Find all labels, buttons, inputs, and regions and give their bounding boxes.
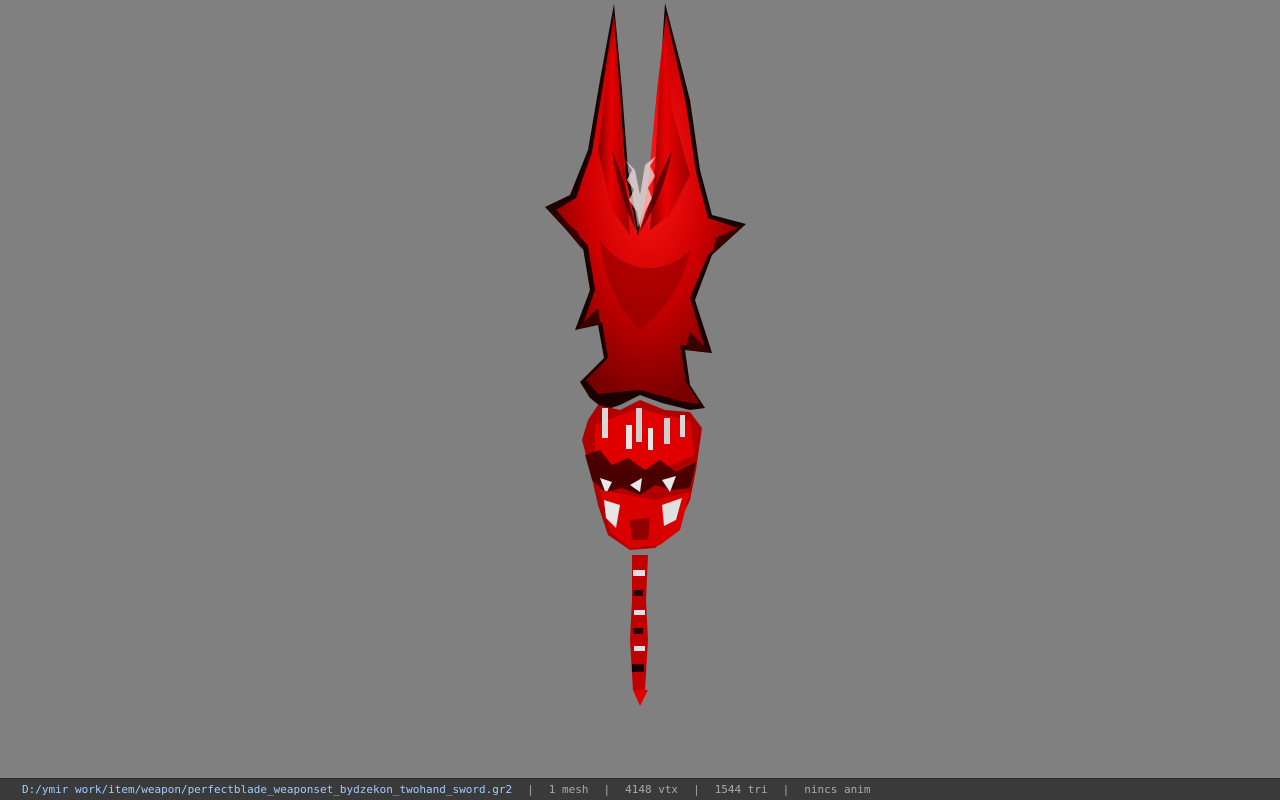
model-render	[545, 3, 746, 706]
sword-handle	[630, 555, 648, 706]
sword-blade	[545, 3, 746, 410]
vertex-count-label: 4148 vtx	[625, 783, 679, 796]
triangle-count-label: 1544 tri	[714, 783, 768, 796]
status-separator: |	[782, 783, 790, 796]
status-separator: |	[603, 783, 611, 796]
status-separator: |	[693, 783, 700, 796]
animation-state-label: nincs anim	[804, 783, 871, 796]
status-bar: D:/ymir work/item/weapon/perfectblade_we…	[0, 778, 1280, 800]
3d-viewport[interactable]	[0, 0, 1280, 778]
file-path-label: D:/ymir work/item/weapon/perfectblade_we…	[22, 783, 513, 796]
sword-guard	[582, 400, 702, 550]
status-separator: |	[527, 783, 534, 796]
mesh-count-label: 1 mesh	[548, 783, 589, 796]
